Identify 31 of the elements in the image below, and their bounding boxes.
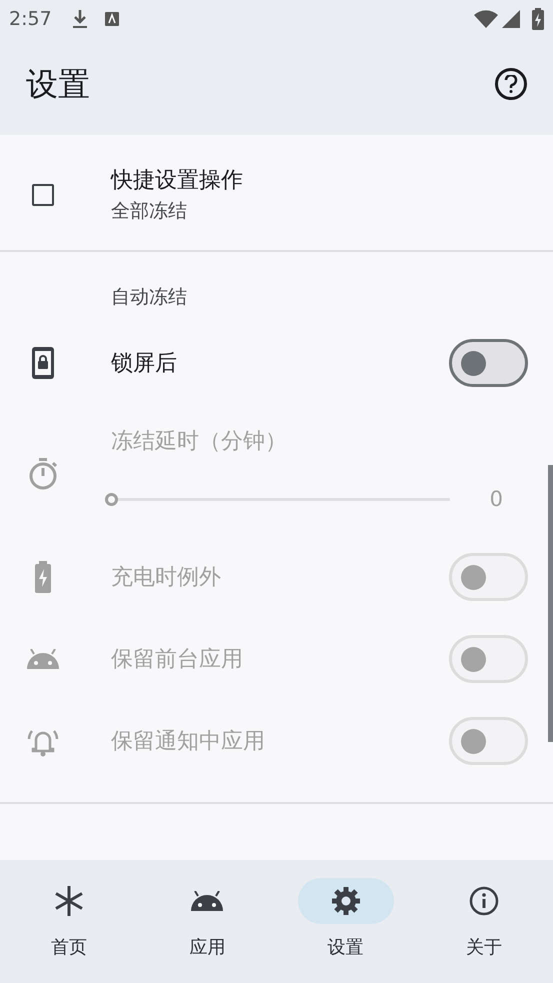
toggle-switch[interactable]: [449, 339, 528, 387]
wifi-icon: [474, 10, 498, 28]
snowflake-icon: [53, 885, 86, 917]
checkbox[interactable]: [32, 184, 54, 206]
status-time: 2:57: [9, 6, 52, 32]
android-icon: [26, 649, 60, 669]
stopwatch-icon: [28, 458, 58, 490]
nav-tab[interactable]: 应用: [138, 878, 276, 983]
setting-title: 快捷设置操作: [111, 167, 243, 196]
setting-title: 充电时例外: [110, 564, 222, 592]
locked-phone-icon: [30, 346, 54, 380]
keyboard-app-icon: [104, 12, 119, 26]
download-icon: [72, 9, 88, 29]
setting-summary: 全部冻结: [111, 199, 188, 224]
slider-value: 0: [490, 486, 503, 513]
nav-tab[interactable]: 关于: [414, 878, 553, 983]
setting-title: 保留前台应用: [110, 646, 244, 674]
nav-tab[interactable]: 设置: [276, 878, 415, 983]
charging-battery-icon: [34, 561, 52, 593]
settings-icon: [330, 886, 361, 916]
help-icon[interactable]: [495, 68, 527, 100]
setting-title: 锁屏后: [110, 350, 178, 378]
battery-icon: [532, 8, 544, 30]
page-title: 设置: [26, 64, 90, 104]
nav-tab[interactable]: 首页: [0, 878, 138, 983]
signal-icon: [502, 10, 520, 28]
info-icon: [468, 886, 499, 916]
setting-title: 保留通知中应用: [110, 728, 266, 756]
setting-title: 冻结延时（分钟）: [110, 428, 288, 456]
section-header: 自动冻结: [111, 284, 187, 310]
android-icon: [190, 891, 224, 911]
